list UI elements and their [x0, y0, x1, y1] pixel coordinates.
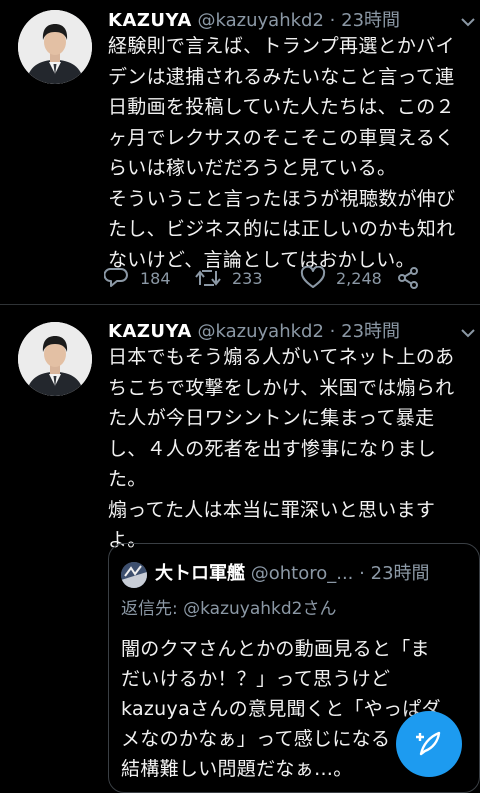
reply-icon [104, 268, 128, 287]
tweet[interactable]: KAZUYA @kazuyahkd2 · 23時間 経験則で言えば、トランプ再選… [0, 0, 480, 304]
retweet-count: 233 [232, 268, 263, 288]
reply-button[interactable]: 184 [104, 265, 171, 291]
chevron-down-icon[interactable] [458, 323, 478, 343]
time-separator: · [329, 10, 336, 31]
compose-icon [416, 731, 441, 756]
reply-count: 184 [140, 268, 171, 288]
quote-timestamp: 23時間 [370, 563, 430, 584]
quote-header: 大トロ軍艦 @ohtoro_... · 23時間 [155, 560, 430, 588]
tweet-actions: 184 233 2,248 [104, 265, 464, 291]
avatar[interactable] [18, 10, 92, 84]
timestamp[interactable]: 23時間 [341, 321, 400, 342]
handle[interactable]: @kazuyahkd2 [198, 10, 324, 31]
quote-avatar[interactable] [121, 562, 147, 588]
tweet-text: 日本でもそう煽る人がいてネット上のあ ちこちで攻撃をしかけ、米国では煽られ た人… [108, 346, 455, 551]
share-icon [398, 267, 418, 289]
quote-display-name[interactable]: 大トロ軍艦 [155, 563, 245, 584]
like-button[interactable]: 2,248 [300, 265, 382, 291]
reply-to-label: 返信先: @kazuyahkd2さん [121, 599, 337, 619]
like-count: 2,248 [336, 268, 382, 288]
retweet-button[interactable]: 233 [194, 265, 263, 291]
quote-handle[interactable]: @ohtoro_... [251, 563, 354, 584]
timestamp[interactable]: 23時間 [341, 10, 400, 31]
avatar[interactable] [18, 322, 92, 396]
time-separator: · [359, 563, 365, 584]
share-button[interactable] [396, 265, 430, 291]
handle[interactable]: @kazuyahkd2 [198, 321, 324, 342]
time-separator: · [329, 321, 336, 342]
chevron-down-icon[interactable] [458, 12, 478, 32]
retweet-icon [195, 270, 221, 286]
display-name[interactable]: KAZUYA [108, 10, 192, 31]
display-name[interactable]: KAZUYA [108, 321, 192, 342]
tweet-text: 経験則で言えば、トランプ再選とかバイ デンは逮捕されるみたいなこと言って連 日動… [108, 35, 456, 271]
compose-button[interactable] [396, 711, 462, 777]
like-icon [300, 266, 326, 288]
